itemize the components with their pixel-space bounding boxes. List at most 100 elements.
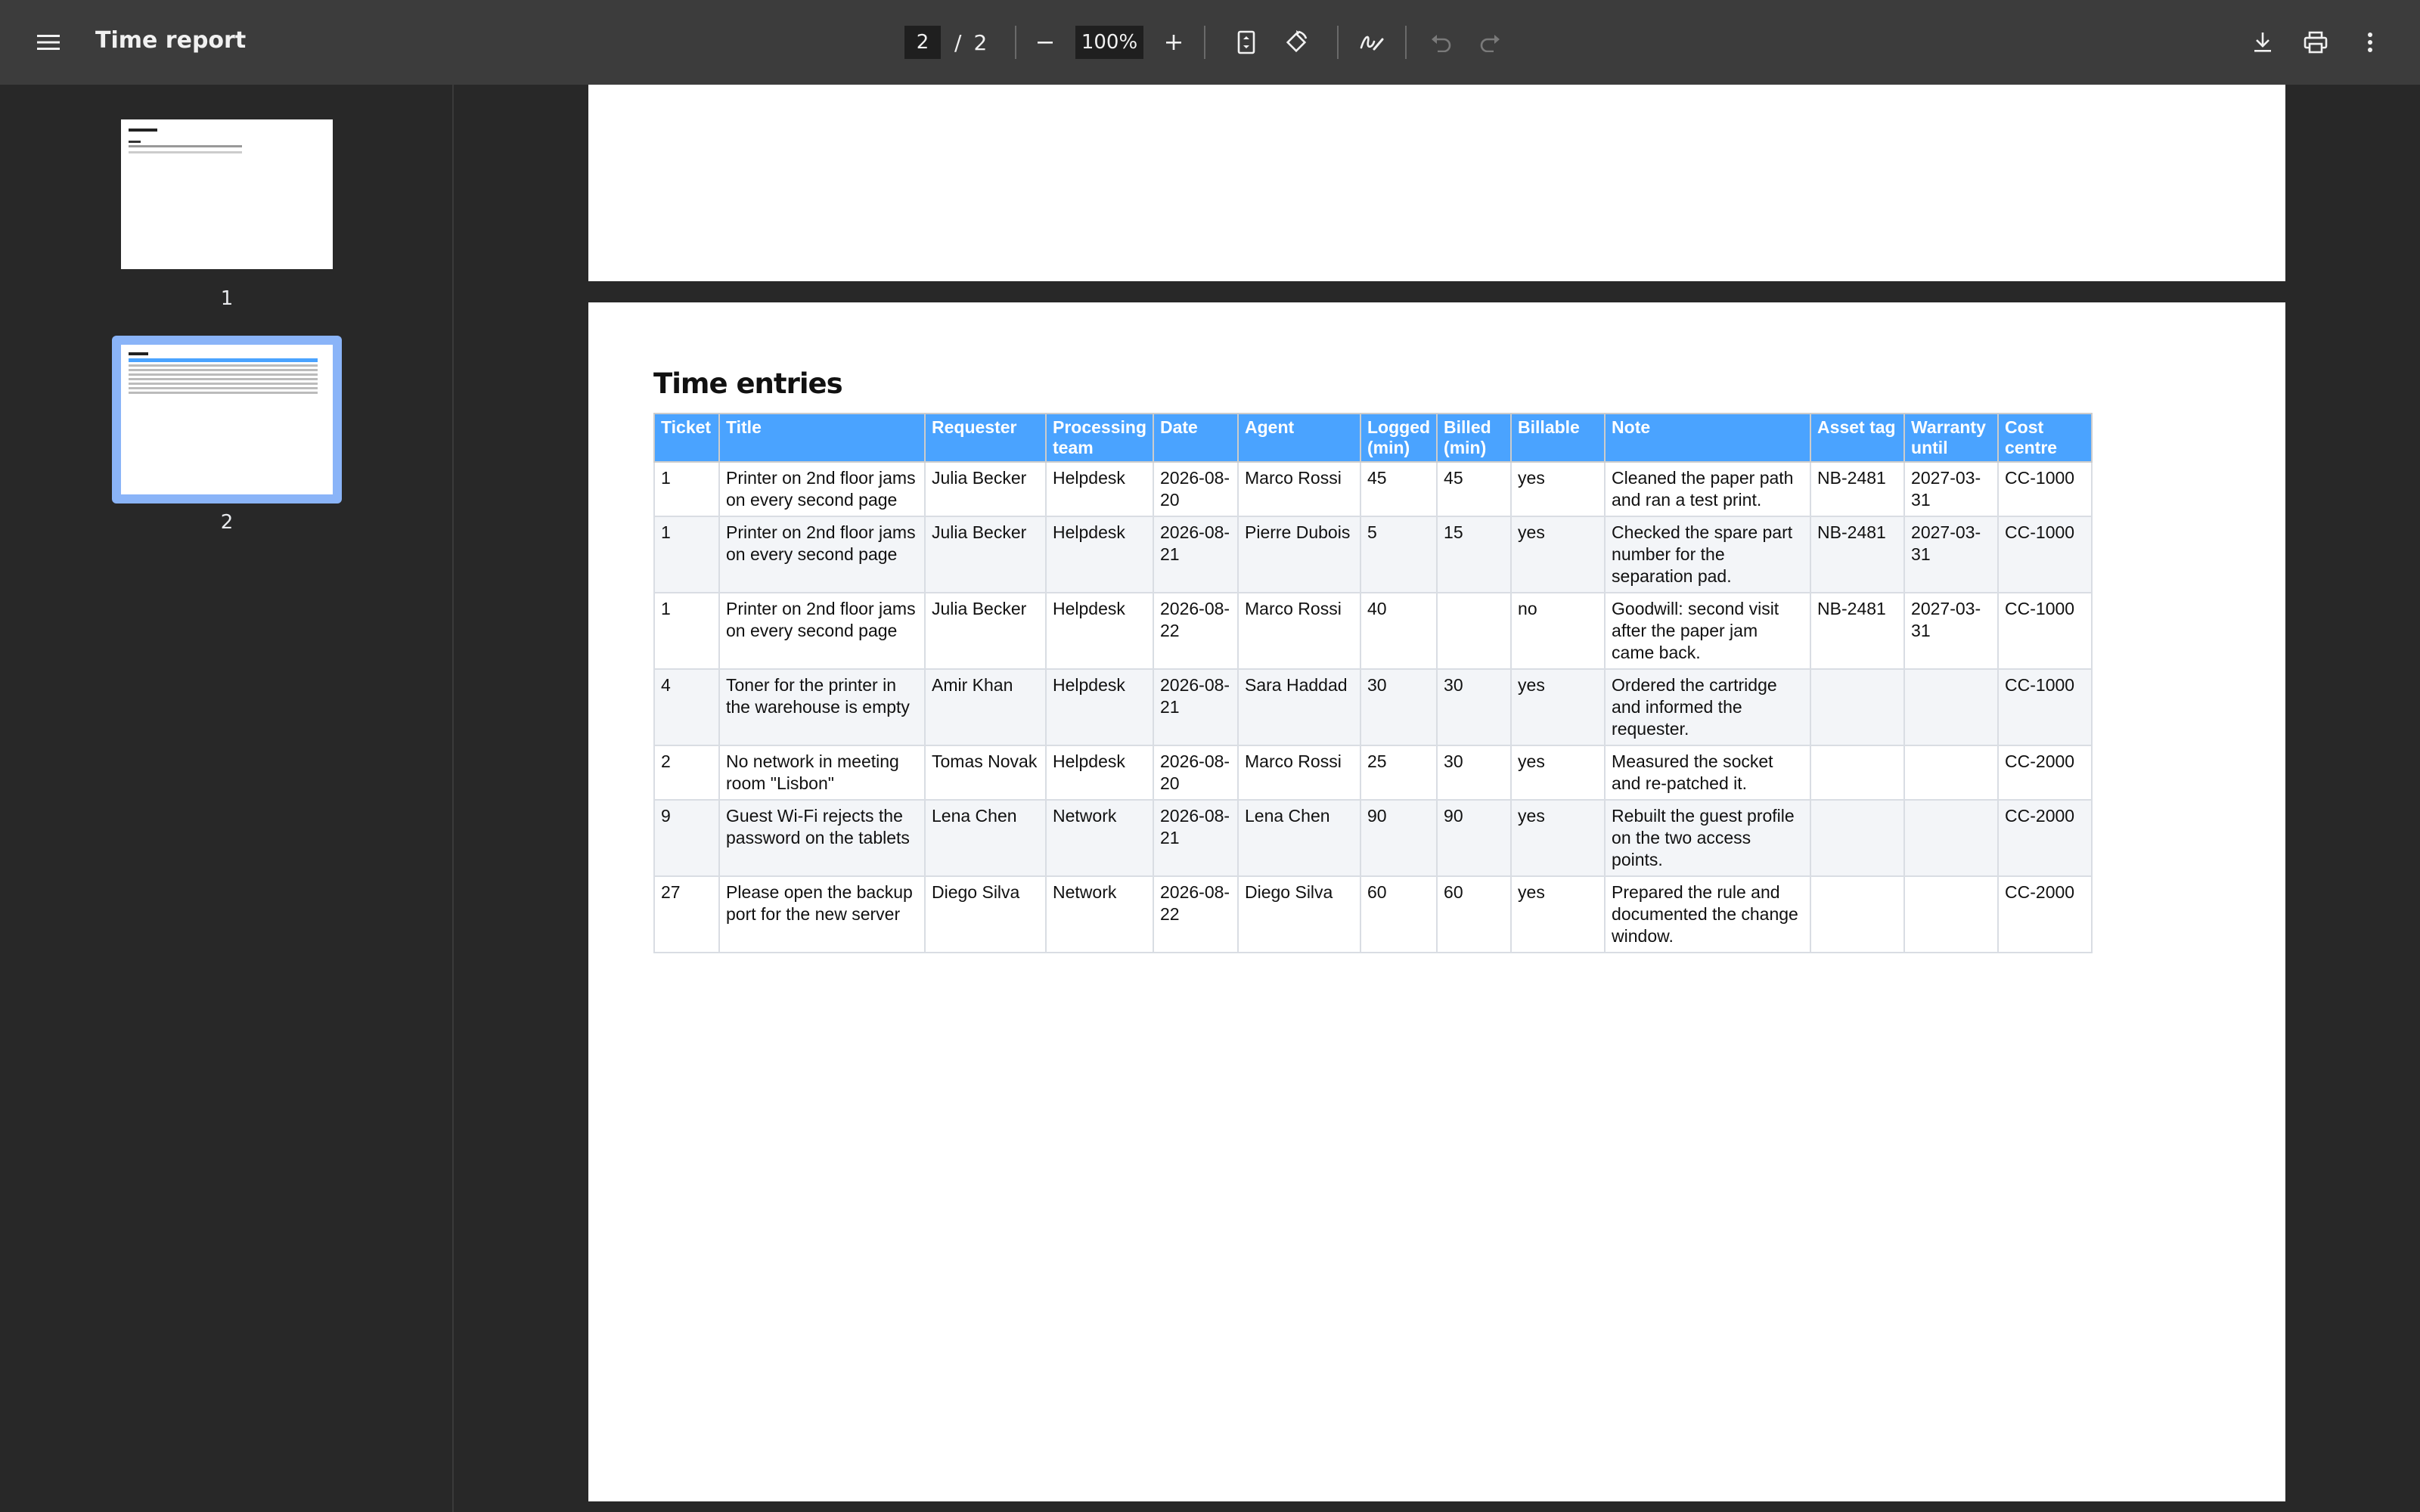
annotate-button[interactable] bbox=[1352, 23, 1392, 62]
table-cell: 45 bbox=[1436, 461, 1512, 517]
more-icon bbox=[2367, 32, 2373, 53]
column-header: Note bbox=[1604, 413, 1812, 463]
table-cell: no bbox=[1510, 592, 1606, 670]
redo-button[interactable] bbox=[1470, 23, 1509, 62]
thumbnail-line bbox=[129, 141, 141, 143]
rotate-button[interactable] bbox=[1277, 23, 1316, 62]
table-cell: 90 bbox=[1436, 799, 1512, 877]
undo-icon bbox=[1430, 33, 1453, 52]
table-cell bbox=[1903, 875, 2000, 953]
table-cell: 2026-08-20 bbox=[1153, 745, 1239, 801]
table-cell: Lena Chen bbox=[924, 799, 1047, 877]
column-header: Agent bbox=[1237, 413, 1361, 463]
table-cell: 30 bbox=[1436, 668, 1512, 746]
table-cell: 2027-03-31 bbox=[1903, 592, 2000, 670]
toolbar-divider bbox=[1337, 26, 1339, 59]
zoom-out-button[interactable] bbox=[1025, 23, 1065, 62]
thumbnail-line bbox=[129, 387, 318, 389]
column-header: Asset tag bbox=[1810, 413, 1906, 463]
table-cell bbox=[1810, 745, 1906, 801]
table-cell: Helpdesk bbox=[1045, 592, 1154, 670]
column-header: Ticket bbox=[653, 413, 720, 463]
table-cell bbox=[1810, 799, 1906, 877]
table-cell: No network in meeting room "Lisbon" bbox=[718, 745, 926, 801]
column-header: Date bbox=[1153, 413, 1239, 463]
page-thumbnail-2[interactable] bbox=[121, 345, 333, 494]
table-cell: CC-2000 bbox=[1997, 745, 2093, 801]
table-cell: Julia Becker bbox=[924, 516, 1047, 593]
redo-icon bbox=[1478, 33, 1501, 52]
more-options-button[interactable] bbox=[2350, 23, 2390, 62]
table-cell: 15 bbox=[1436, 516, 1512, 593]
table-cell: yes bbox=[1510, 668, 1606, 746]
document-title: Time report bbox=[95, 27, 247, 54]
fit-page-button[interactable] bbox=[1227, 23, 1266, 62]
table-cell: 9 bbox=[653, 799, 720, 877]
zoom-level-input[interactable] bbox=[1075, 26, 1143, 59]
table-cell: 90 bbox=[1359, 799, 1438, 877]
table-cell bbox=[1903, 745, 2000, 801]
table-cell: 45 bbox=[1359, 461, 1438, 517]
thumbnail-line bbox=[129, 378, 318, 380]
table-cell: 60 bbox=[1436, 875, 1512, 953]
table-cell: yes bbox=[1510, 516, 1606, 593]
section-title: Time entries bbox=[653, 367, 843, 400]
page-thumbnail-2-selected[interactable] bbox=[112, 336, 342, 503]
table-cell: 40 bbox=[1359, 592, 1438, 670]
table-cell: 2027-03-31 bbox=[1903, 461, 2000, 517]
column-header: Requester bbox=[924, 413, 1047, 463]
table-cell: 2026-08-21 bbox=[1153, 668, 1239, 746]
table-cell: 27 bbox=[653, 875, 720, 953]
table-cell bbox=[1903, 799, 2000, 877]
table-cell: yes bbox=[1510, 461, 1606, 517]
column-header: Cost centre bbox=[1997, 413, 2093, 463]
print-button[interactable] bbox=[2296, 23, 2335, 62]
table-cell: Amir Khan bbox=[924, 668, 1047, 746]
table-row: 1 Printer on 2nd floor jams on every seco… bbox=[653, 592, 2093, 670]
zoom-in-button[interactable] bbox=[1154, 23, 1193, 62]
thumbnail-label-2: 2 bbox=[220, 511, 234, 534]
zoom-out-icon bbox=[1036, 33, 1054, 51]
column-header: Billed (min) bbox=[1436, 413, 1512, 463]
download-button[interactable] bbox=[2243, 23, 2282, 62]
thumbnail-label-1: 1 bbox=[220, 287, 234, 310]
thumbnail-line bbox=[129, 364, 318, 367]
table-cell: 30 bbox=[1436, 745, 1512, 801]
document-viewer[interactable]: Time entries Ticket Title Requester Process… bbox=[455, 85, 2420, 1512]
pdf-toolbar: Time report / 2 bbox=[0, 0, 2420, 85]
menu-icon bbox=[37, 33, 60, 51]
table-cell: 2026-08-22 bbox=[1153, 592, 1239, 670]
table-cell: Goodwill: second visit after the paper j… bbox=[1604, 592, 1812, 670]
undo-button[interactable] bbox=[1422, 23, 1461, 62]
table-cell: yes bbox=[1510, 875, 1606, 953]
page-number-input[interactable] bbox=[904, 26, 941, 59]
table-cell: Prepared the rule and documented the cha… bbox=[1604, 875, 1812, 953]
table-cell: 30 bbox=[1359, 668, 1438, 746]
download-icon bbox=[2252, 31, 2273, 54]
page-navigation: / 2 bbox=[904, 26, 987, 59]
table-row: 9 Guest Wi-Fi rejects the password on the… bbox=[653, 799, 2093, 877]
thumbnail-line bbox=[129, 145, 242, 147]
table-cell: 2027-03-31 bbox=[1903, 516, 2000, 593]
table-header-row: Ticket Title Requester Processing team Date A… bbox=[653, 413, 2093, 463]
table-cell: Marco Rossi bbox=[1237, 592, 1361, 670]
table-cell: Please open the backup port for the new … bbox=[718, 875, 926, 953]
table-cell: Diego Silva bbox=[1237, 875, 1361, 953]
page-thumbnail-1[interactable] bbox=[121, 119, 333, 269]
table-cell: Julia Becker bbox=[924, 461, 1047, 517]
table-cell bbox=[1810, 875, 1906, 953]
table-cell: Network bbox=[1045, 799, 1154, 877]
table-row: 1 Printer on 2nd floor jams on every seco… bbox=[653, 516, 2093, 593]
column-header: Warranty until bbox=[1903, 413, 2000, 463]
thumbnail-line bbox=[129, 392, 318, 394]
pdf-page-2: Time entries Ticket Title Requester Process… bbox=[588, 302, 2285, 1501]
thumbnail-line bbox=[129, 383, 318, 385]
table-cell: NB-2481 bbox=[1810, 461, 1906, 517]
fit-page-icon bbox=[1237, 30, 1255, 54]
table-cell: Sara Haddad bbox=[1237, 668, 1361, 746]
menu-button[interactable] bbox=[26, 23, 71, 62]
table-cell: CC-1000 bbox=[1997, 668, 2093, 746]
table-cell: Toner for the printer in the warehouse i… bbox=[718, 668, 926, 746]
thumbnail-line bbox=[129, 369, 318, 371]
table-cell: NB-2481 bbox=[1810, 516, 1906, 593]
